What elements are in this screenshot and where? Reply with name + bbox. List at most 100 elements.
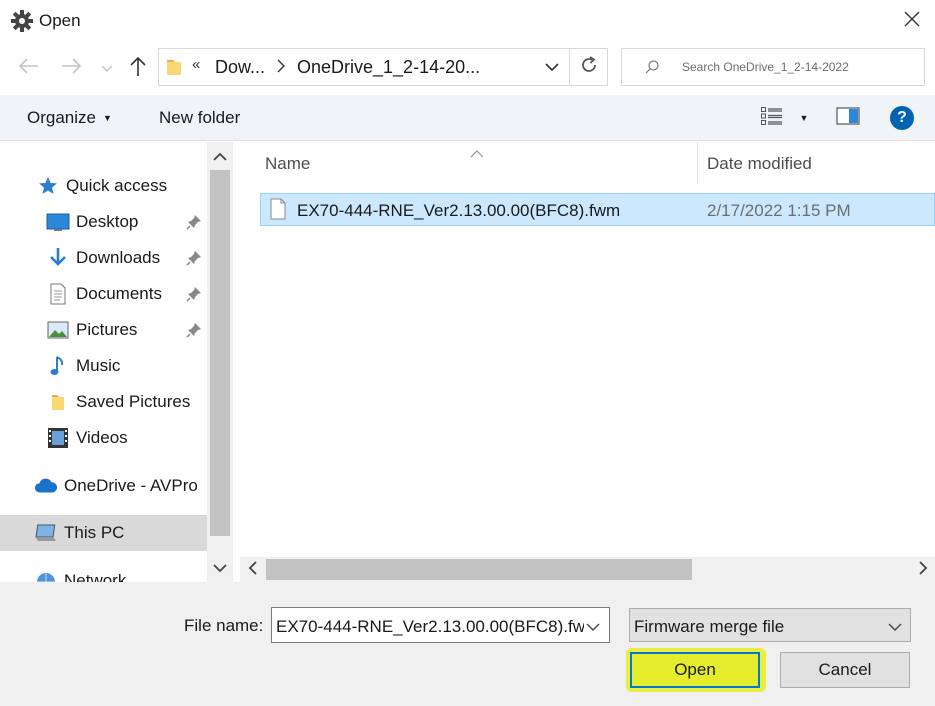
pin-icon[interactable] xyxy=(186,322,202,338)
sidebar-item-downloads[interactable]: Downloads xyxy=(46,241,160,275)
file-row[interactable]: EX70-444-RNE_Ver2.13.00.00(BFC8).fwm 2/1… xyxy=(260,193,935,226)
scrollbar-thumb[interactable] xyxy=(266,559,692,580)
cancel-button[interactable]: Cancel xyxy=(780,652,910,688)
pin-icon[interactable] xyxy=(186,286,202,302)
recent-locations-button[interactable] xyxy=(98,58,116,78)
file-type-select[interactable]: Firmware merge file xyxy=(629,608,911,642)
file-date-modified: 2/17/2022 1:15 PM xyxy=(707,201,851,220)
sidebar-item-label: Network xyxy=(64,571,127,582)
help-button[interactable]: ? xyxy=(886,103,918,133)
sidebar-item-documents[interactable]: Documents xyxy=(46,277,162,311)
documents-icon xyxy=(46,283,70,305)
search-icon xyxy=(644,59,660,80)
sidebar-item-label: Desktop xyxy=(76,212,139,231)
computer-icon xyxy=(34,522,58,544)
sidebar-item-saved-pictures[interactable]: Saved Pictures xyxy=(46,385,190,419)
organize-button[interactable]: Organize ▼ xyxy=(18,101,121,135)
sidebar-item-desktop[interactable]: Desktop xyxy=(46,205,138,239)
file-icon xyxy=(269,198,287,225)
arrow-up-icon xyxy=(129,55,147,82)
desktop-icon xyxy=(46,211,70,233)
up-button[interactable] xyxy=(124,54,152,82)
sidebar-item-network[interactable]: Network xyxy=(34,564,126,582)
column-divider[interactable] xyxy=(697,142,698,184)
preview-pane-icon xyxy=(836,106,860,130)
sidebar-item-label: Saved Pictures xyxy=(76,392,191,411)
download-arrow-icon xyxy=(46,247,70,269)
chevron-down-icon[interactable] xyxy=(586,617,600,637)
sidebar-item-music[interactable]: Music xyxy=(46,349,120,383)
sidebar-item-this-pc[interactable]: This PC xyxy=(34,516,124,550)
refresh-button[interactable] xyxy=(570,49,608,85)
details-view-icon xyxy=(760,106,784,131)
change-view-button[interactable]: ▼ xyxy=(756,103,812,133)
file-name: EX70-444-RNE_Ver2.13.00.00(BFC8).fwm xyxy=(297,201,621,220)
new-folder-button[interactable]: New folder xyxy=(150,101,249,135)
open-button[interactable]: Open xyxy=(630,652,760,688)
column-header-date-modified[interactable]: Date modified xyxy=(707,154,812,174)
close-button[interactable] xyxy=(893,4,931,38)
arrow-right-icon xyxy=(61,57,83,80)
sidebar-item-label: Music xyxy=(76,356,121,375)
help-icon: ? xyxy=(890,106,914,130)
column-header-name[interactable]: Name xyxy=(265,154,310,174)
navigation-pane[interactable]: Quick access Desktop Downloads Documents… xyxy=(0,142,233,582)
pictures-icon xyxy=(46,319,70,341)
caret-down-icon: ▼ xyxy=(799,113,809,123)
sidebar-item-videos[interactable]: Videos xyxy=(46,421,128,455)
pin-icon[interactable] xyxy=(186,250,202,266)
folder-icon xyxy=(165,57,183,82)
sidebar-item-label: Quick access xyxy=(66,176,168,195)
sidebar-item-label: OneDrive - AVPro xyxy=(64,476,198,495)
sidebar-item-pictures[interactable]: Pictures xyxy=(46,313,137,347)
cloud-icon xyxy=(34,475,58,497)
network-icon xyxy=(34,570,58,582)
file-name-input[interactable]: EX70-444-RNE_Ver2.13.00.00(BFC8).fwm xyxy=(276,617,584,637)
pin-icon[interactable] xyxy=(186,214,202,230)
sidebar-item-quick-access[interactable]: Quick access xyxy=(36,169,167,203)
new-folder-label: New folder xyxy=(159,108,241,127)
file-list[interactable]: Name Date modified EX70-444-RNE_Ver2.13.… xyxy=(240,142,935,557)
chevron-up-icon xyxy=(213,146,227,166)
address-history-button[interactable] xyxy=(537,49,567,85)
sidebar-item-onedrive[interactable]: OneDrive - AVPro xyxy=(34,469,198,503)
dialog-footer: File name: EX70-444-RNE_Ver2.13.00.00(BF… xyxy=(0,582,935,706)
address-bar[interactable]: « Dow... OneDrive_1_2-14-20... xyxy=(158,48,608,86)
search-box[interactable]: Search OneDrive_1_2-14-2022 xyxy=(621,48,925,86)
back-button[interactable] xyxy=(12,54,44,82)
sidebar-item-label: Downloads xyxy=(76,248,161,267)
refresh-icon xyxy=(579,55,599,80)
scroll-down-button[interactable] xyxy=(207,554,233,582)
chevron-right-icon xyxy=(918,560,928,580)
preview-pane-button[interactable] xyxy=(832,103,864,133)
search-input[interactable]: Search OneDrive_1_2-14-2022 xyxy=(682,60,849,74)
music-note-icon xyxy=(46,355,70,377)
gear-icon xyxy=(11,10,33,32)
breadcrumb-overflow[interactable]: « xyxy=(192,56,200,73)
forward-button[interactable] xyxy=(56,54,88,82)
breadcrumb-item[interactable]: OneDrive_1_2-14-20... xyxy=(297,57,480,78)
sidebar-item-label: Videos xyxy=(76,428,128,447)
sidebar-item-label: This PC xyxy=(64,523,125,542)
help-glyph: ? xyxy=(897,109,907,126)
open-button-label: Open xyxy=(674,660,716,679)
scroll-right-button[interactable] xyxy=(911,557,935,582)
cancel-button-label: Cancel xyxy=(818,660,872,679)
folder-icon xyxy=(46,391,70,413)
scroll-left-button[interactable] xyxy=(240,557,264,582)
chevron-left-icon xyxy=(248,560,257,580)
title-bar: Open xyxy=(0,0,935,44)
arrow-left-icon xyxy=(17,57,39,80)
chevron-right-icon[interactable] xyxy=(276,58,286,79)
chevron-down-icon xyxy=(888,617,902,637)
file-list-hscrollbar[interactable] xyxy=(240,557,935,582)
file-name-label: File name: xyxy=(184,616,264,635)
scrollbar-thumb[interactable] xyxy=(210,170,230,536)
file-name-combobox[interactable]: EX70-444-RNE_Ver2.13.00.00(BFC8).fwm xyxy=(271,607,610,643)
breadcrumb-item[interactable]: Dow... xyxy=(215,57,265,78)
chevron-down-icon xyxy=(101,58,113,78)
film-icon xyxy=(46,427,70,449)
scroll-up-button[interactable] xyxy=(207,142,233,170)
window-title: Open xyxy=(39,11,81,30)
nav-pane-scrollbar[interactable] xyxy=(207,142,233,582)
